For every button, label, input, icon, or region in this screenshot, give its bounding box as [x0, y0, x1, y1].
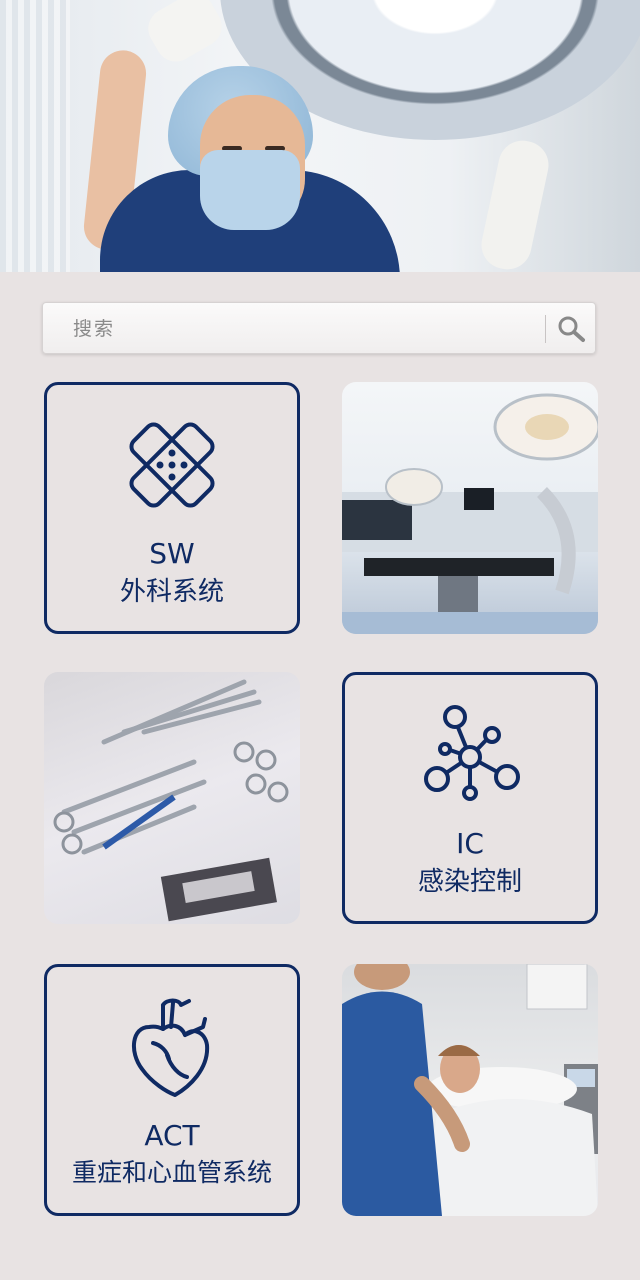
- tile-acute-care-therapies[interactable]: ACT 重症和心血管系统: [44, 964, 300, 1216]
- operating-room-photo[interactable]: [342, 382, 598, 634]
- search-bar: [42, 302, 596, 354]
- tile-name: 外科系统: [119, 577, 224, 607]
- surgical-instruments-photo[interactable]: [44, 672, 300, 924]
- tile-surgical-workflows[interactable]: SW 外科系统: [44, 382, 300, 634]
- tile-code: IC: [456, 827, 484, 860]
- bandage-icon: [129, 422, 215, 508]
- hero-banner-image: [0, 0, 640, 272]
- search-icon: [558, 316, 585, 342]
- tile-code: ACT: [144, 1119, 200, 1152]
- search-divider: [545, 315, 546, 343]
- tile-code: SW: [149, 537, 195, 570]
- search-button[interactable]: [551, 309, 591, 349]
- nurse-patient-photo[interactable]: [342, 964, 598, 1216]
- tile-name: 重症和心血管系统: [71, 1158, 272, 1187]
- tile-name: 感染控制: [417, 867, 522, 897]
- tile-infection-control[interactable]: IC 感染控制: [342, 672, 598, 924]
- molecule-icon: [424, 705, 520, 801]
- search-input[interactable]: [71, 313, 545, 345]
- heart-icon: [132, 998, 210, 1097]
